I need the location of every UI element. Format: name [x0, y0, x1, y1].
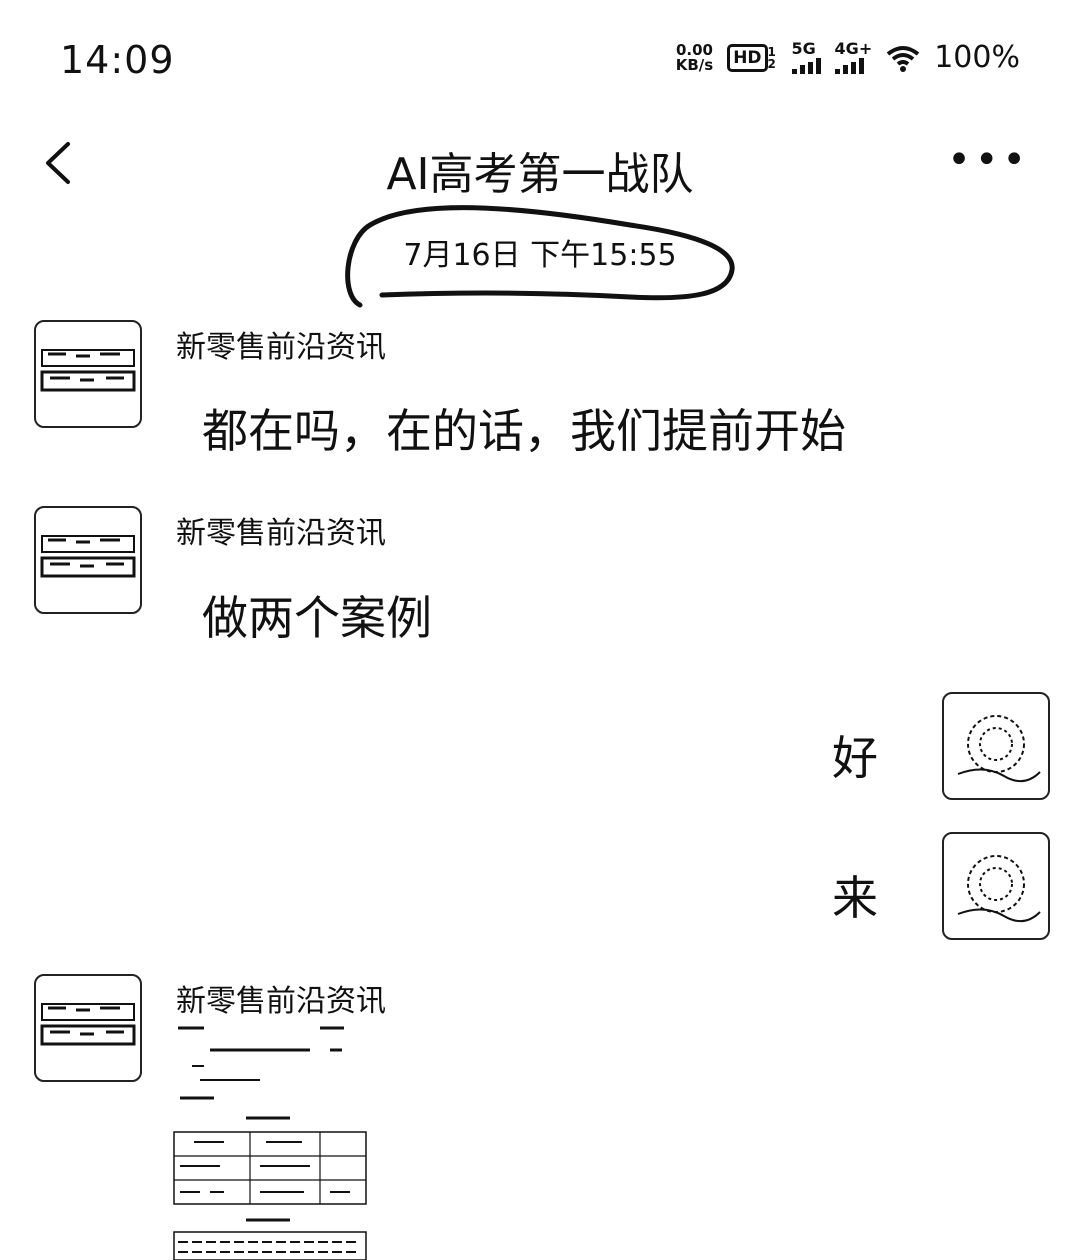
status-bar: 14:09 0.00 KB/s HD 1 2 5G 4G+ 100% — [0, 0, 1080, 120]
wifi-icon — [886, 45, 920, 72]
network-speed: 0.00 KB/s — [675, 42, 714, 74]
chat-title: AI高考第一战队 — [386, 149, 694, 200]
signal-4g-icon: 4G+ — [834, 40, 872, 74]
avatar[interactable] — [34, 320, 142, 428]
signal-5g-icon: 5G — [791, 40, 821, 74]
message-text[interactable]: 做两个案例 — [202, 582, 432, 648]
network-speed-unit: KB/s — [675, 55, 714, 74]
sender-name: 新零售前沿资讯 — [176, 330, 386, 365]
message-text[interactable]: 都在吗，在的话，我们提前开始 — [202, 395, 846, 461]
sender-name: 新零售前沿资讯 — [176, 516, 386, 551]
avatar[interactable] — [34, 506, 142, 614]
battery-level: 100% — [934, 40, 1020, 75]
message-text[interactable]: 来 — [832, 862, 878, 928]
my-avatar[interactable] — [942, 832, 1050, 940]
hd-icon: HD 1 2 — [727, 43, 777, 72]
my-avatar[interactable] — [942, 692, 1050, 800]
image-message-thumbnail[interactable] — [170, 1022, 370, 1260]
avatar[interactable] — [34, 974, 142, 1082]
status-icons: 0.00 KB/s HD 1 2 5G 4G+ 100% — [676, 40, 1020, 75]
date-divider: 7月16日 下午15:55 — [340, 200, 740, 310]
more-dots-icon[interactable]: ••• — [947, 140, 1030, 180]
status-time: 14:09 — [60, 38, 175, 82]
sender-name: 新零售前沿资讯 — [176, 984, 386, 1019]
message-text[interactable]: 好 — [832, 722, 878, 788]
date-divider-text: 7月16日 下午15:55 — [403, 238, 677, 273]
